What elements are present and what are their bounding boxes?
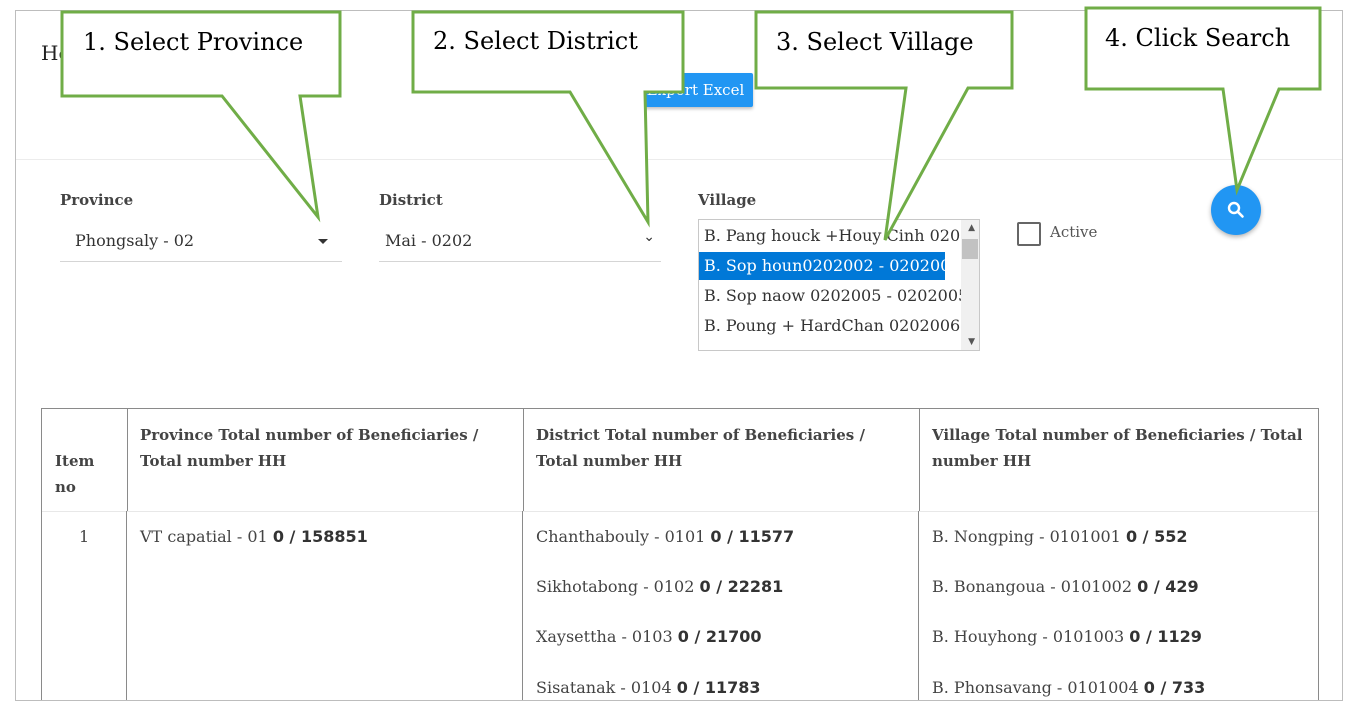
callout-1-text: 1. Select Province [83, 28, 304, 56]
callout-overlay [60, 6, 1322, 241]
callout-2-text: 2. Select District [433, 27, 638, 55]
callout-3-text: 3. Select Village [776, 28, 974, 56]
callout-4-text: 4. Click Search [1105, 24, 1291, 52]
